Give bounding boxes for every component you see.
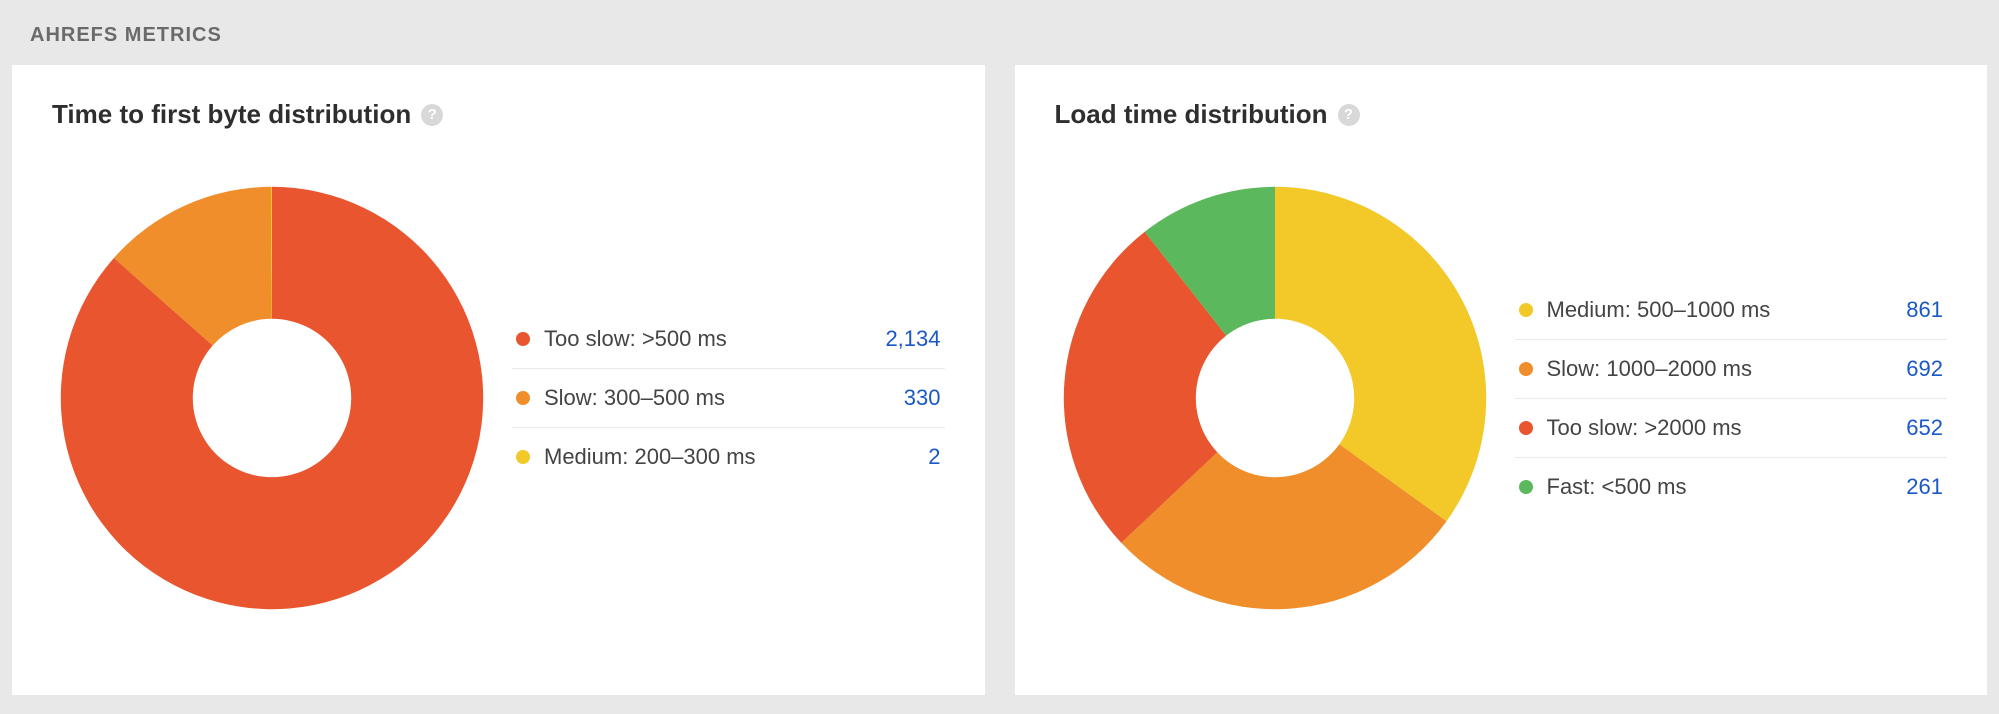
loadtime-card-title: Load time distribution [1055,99,1328,130]
cards-row: Time to first byte distribution ? Too sl… [0,65,1999,707]
loadtime-donut-chart [1055,178,1495,618]
help-icon[interactable]: ? [1338,104,1360,126]
legend-value[interactable]: 261 [1896,474,1943,500]
ttfb-card-title: Time to first byte distribution [52,99,411,130]
legend-label: Fast: <500 ms [1547,474,1897,500]
legend-label: Too slow: >2000 ms [1547,415,1897,441]
legend-row: Fast: <500 ms261 [1515,458,1948,516]
legend-row: Too slow: >2000 ms652 [1515,399,1948,458]
legend-value[interactable]: 330 [894,385,941,411]
legend-value[interactable]: 652 [1896,415,1943,441]
legend-swatch [1519,480,1533,494]
legend-swatch [516,332,530,346]
legend-swatch [1519,421,1533,435]
ttfb-card: Time to first byte distribution ? Too sl… [12,65,985,695]
legend-swatch [1519,362,1533,376]
legend-value[interactable]: 861 [1896,297,1943,323]
legend-label: Slow: 1000–2000 ms [1547,356,1897,382]
legend-swatch [516,391,530,405]
legend-label: Too slow: >500 ms [544,326,875,352]
legend-label: Medium: 500–1000 ms [1547,297,1897,323]
legend-row: Medium: 200–300 ms2 [512,428,945,486]
legend-value[interactable]: 692 [1896,356,1943,382]
legend-swatch [516,450,530,464]
loadtime-card: Load time distribution ? Medium: 500–100… [1015,65,1988,695]
legend-value[interactable]: 2 [918,444,940,470]
legend-label: Medium: 200–300 ms [544,444,918,470]
legend-row: Medium: 500–1000 ms861 [1515,281,1948,340]
legend-swatch [1519,303,1533,317]
ttfb-donut-chart [52,178,492,618]
legend-row: Slow: 300–500 ms330 [512,369,945,428]
help-icon[interactable]: ? [421,104,443,126]
legend-row: Too slow: >500 ms2,134 [512,310,945,369]
loadtime-legend: Medium: 500–1000 ms861Slow: 1000–2000 ms… [1515,281,1948,516]
legend-row: Slow: 1000–2000 ms692 [1515,340,1948,399]
ttfb-legend: Too slow: >500 ms2,134Slow: 300–500 ms33… [512,310,945,486]
legend-label: Slow: 300–500 ms [544,385,894,411]
legend-value[interactable]: 2,134 [875,326,940,352]
section-title: AHREFS METRICS [0,0,1999,65]
